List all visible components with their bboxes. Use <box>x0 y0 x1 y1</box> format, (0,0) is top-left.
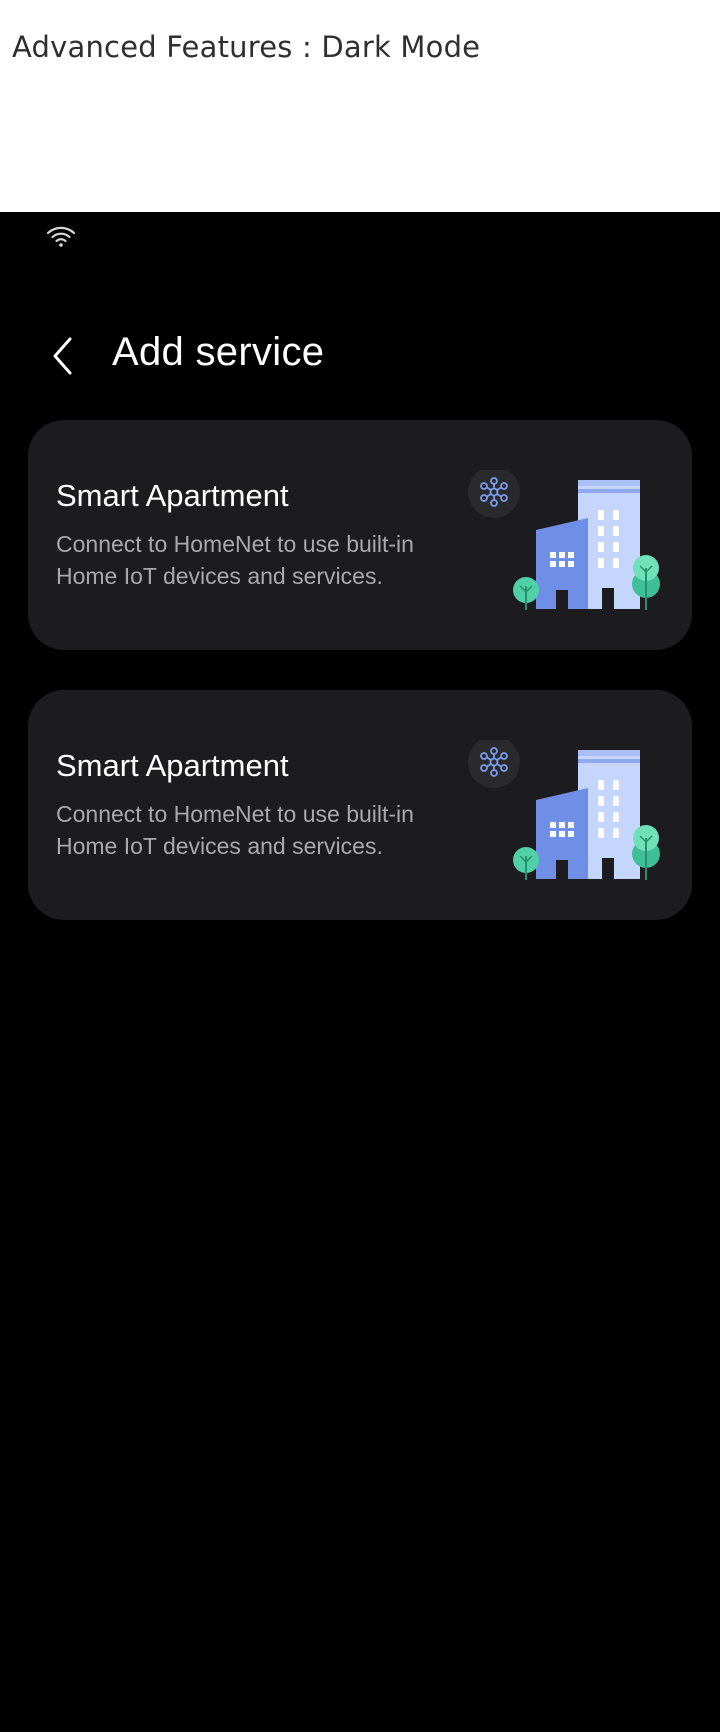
apartment-building-icon <box>468 466 668 610</box>
service-card-smart-apartment[interactable]: Smart Apartment Connect to HomeNet to us… <box>28 690 692 920</box>
service-title: Smart Apartment <box>56 748 289 783</box>
back-button[interactable] <box>38 332 88 384</box>
service-card-smart-apartment[interactable]: Smart Apartment Connect to HomeNet to us… <box>28 420 692 650</box>
service-description: Connect to HomeNet to use built-in Home … <box>56 801 414 859</box>
chevron-left-icon <box>50 336 76 381</box>
service-description: Connect to HomeNet to use built-in Home … <box>56 531 414 589</box>
service-title: Smart Apartment <box>56 478 289 513</box>
page-title: Add service <box>112 330 325 374</box>
apartment-building-icon <box>468 736 668 880</box>
document-header: Advanced Features : Dark Mode <box>0 0 720 212</box>
phone-screen: Add service Smart Apartment Connect to H… <box>0 212 720 1732</box>
wifi-icon <box>46 224 76 248</box>
document-title: Advanced Features : Dark Mode <box>12 30 481 64</box>
